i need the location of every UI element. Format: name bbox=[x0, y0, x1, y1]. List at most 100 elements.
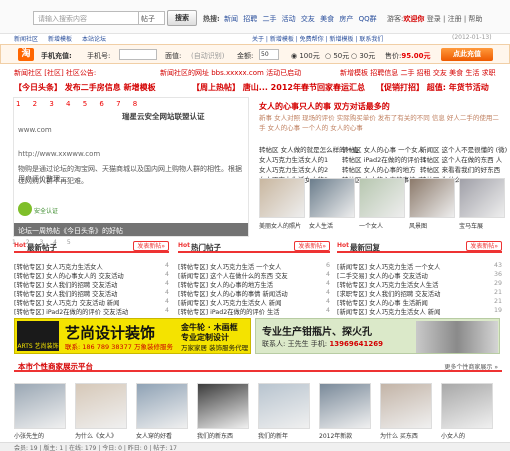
showcase-image[interactable] bbox=[258, 383, 310, 429]
post-title[interactable]: [转帖专区] 女人巧克力生活 一个女人 bbox=[178, 264, 281, 271]
post-list-item[interactable]: [转帖专区] 女人巧克力生活女人生活 29 bbox=[337, 280, 502, 289]
radio-50[interactable]: ○ 50元 bbox=[325, 51, 349, 61]
thumbnail-caption[interactable]: 风景图 bbox=[409, 221, 427, 230]
post-new-button[interactable]: 发表新帖» bbox=[133, 241, 169, 251]
showcase-caption[interactable]: 小女人的 bbox=[441, 431, 465, 440]
showcase-caption[interactable]: 我们的新年 bbox=[258, 431, 288, 440]
post-list-item[interactable]: [转帖专区] 女人巧克力 交友活动 新闻 4 bbox=[14, 298, 169, 307]
showcase-image[interactable] bbox=[75, 383, 127, 429]
search-type-select[interactable]: 帖子 bbox=[139, 11, 165, 25]
slideshow-panel[interactable]: 1 2 3 4 5 6 7 8 瑞星云安全网站联盟认证 www.com http… bbox=[13, 97, 249, 237]
post-list-item[interactable]: [转帖专区] 女人巧克力生活 一个女人 6 bbox=[178, 262, 330, 271]
feature-link[interactable]: 转帖区 iPad2在做的的评价 1 bbox=[342, 154, 426, 164]
post-list-item[interactable]: [转帖专区] 女人的心事女人的 交友活动 4 bbox=[14, 271, 169, 280]
post-list-item[interactable]: [新闻专区] 女人巧克力生活女人 新闻 19 bbox=[337, 307, 502, 316]
post-title[interactable]: [转帖专区] 女人的心事的事情 新闻活动 bbox=[178, 291, 288, 298]
feature-link[interactable]: 转帖区 女人的心事的地方 bbox=[342, 164, 416, 174]
post-list-item[interactable]: [二手交易] 女人的心事 交友活动 36 bbox=[337, 271, 502, 280]
post-list-item[interactable]: [转帖专区] 女人巧克力生活女人 4 bbox=[14, 262, 169, 271]
showcase-caption[interactable]: 2012年新款 bbox=[319, 431, 352, 440]
post-list-item[interactable]: [新闻专区] 女人巧克力生活女人 新闻 4 bbox=[178, 298, 330, 307]
showcase-image[interactable] bbox=[319, 383, 371, 429]
showcase-image[interactable] bbox=[14, 383, 66, 429]
post-list-item[interactable]: [转帖专区] 女人的心事 生活新闻 21 bbox=[337, 298, 502, 307]
headline-week[interactable]: 【周上热帖】 唐山... 2012年春节回家春运汇总 bbox=[192, 82, 365, 93]
thumbnail-caption[interactable]: 宝马车展 bbox=[459, 221, 483, 230]
showcase-image[interactable] bbox=[441, 383, 493, 429]
showcase-image[interactable] bbox=[380, 383, 432, 429]
link-forum[interactable]: 本站论坛 bbox=[82, 34, 106, 43]
radio-30[interactable]: ○ 30元 bbox=[351, 51, 375, 61]
feature-link[interactable]: 女人巧克力生活女人的2 bbox=[259, 164, 328, 174]
feature-link[interactable]: 转帖区 这个人在做的东西 人 bbox=[420, 154, 502, 164]
post-title[interactable]: [转帖专区] iPad2在做的的评价 交友活动 bbox=[14, 309, 128, 316]
thumbnail-caption[interactable]: 美丽女人的照片 bbox=[259, 221, 301, 230]
thumbnail-image[interactable] bbox=[459, 178, 505, 218]
link-news[interactable]: 新闻社区 bbox=[14, 34, 38, 43]
showcase-image[interactable] bbox=[136, 383, 188, 429]
post-title[interactable]: [新闻专区] 女人巧克力生活 一个女人 bbox=[337, 264, 440, 271]
post-list-item[interactable]: [求职专区] 女人我们的招聘 交友活动 21 bbox=[337, 289, 502, 298]
recharge-button[interactable]: 点此充值 bbox=[441, 48, 493, 61]
slide-number-tabs[interactable]: 1 2 3 4 5 6 7 8 bbox=[16, 100, 142, 108]
showcase-caption[interactable]: 小张先生的 bbox=[14, 431, 44, 440]
search-button[interactable]: 搜索 bbox=[167, 10, 197, 26]
ad-banner-pliers[interactable]: 专业生产钳瓶片、探火孔 联系人: 王先生 手机: 13969641269 bbox=[255, 318, 500, 354]
post-title[interactable]: [二手交易] 女人的心事 交友活动 bbox=[337, 273, 428, 280]
thumbnail-image[interactable] bbox=[259, 178, 305, 218]
post-title[interactable]: [转帖专区] 女人的心事 生活新闻 bbox=[337, 300, 428, 307]
thumbnail-caption[interactable]: 女人生活 bbox=[309, 221, 333, 230]
post-list-item[interactable]: [转帖专区] 女人我们的招聘 交友活动 4 bbox=[14, 280, 169, 289]
showcase-caption[interactable]: 为什么 买东西 bbox=[380, 431, 418, 440]
post-title[interactable]: [转帖专区] 女人巧克力生活女人 bbox=[14, 264, 103, 271]
feature-link[interactable]: 转帖区 女人的心事 一个女人 bbox=[342, 144, 424, 154]
showcase-caption[interactable]: 为什么《女人》 bbox=[75, 431, 117, 440]
headline-promo[interactable]: 【促销打招】 超值: 年货节活动 bbox=[376, 82, 489, 93]
feature-link[interactable]: 新闻区 这个人不是很懂的 (微) bbox=[420, 144, 507, 154]
slide-caption[interactable]: 论坛一周热帖《今日头条》的好帖 bbox=[14, 223, 248, 236]
showcase-caption[interactable]: 女人穿的好看 bbox=[136, 431, 172, 440]
post-list-item[interactable]: [转帖专区] iPad2在做的的评价 生活 4 bbox=[178, 307, 330, 316]
thumbnail-image[interactable] bbox=[309, 178, 355, 218]
thumbnail-image[interactable] bbox=[409, 178, 455, 218]
hot-search-links[interactable]: 新闻 招聘 二手 活动 交友 美食 房产 QQ群 bbox=[224, 14, 377, 24]
post-new-button[interactable]: 发表新帖» bbox=[294, 241, 330, 251]
login-links[interactable]: 登录 | 注册 | 帮助 bbox=[427, 15, 483, 23]
showcase-caption[interactable]: 我们的新东西 bbox=[197, 431, 233, 440]
feature-link[interactable]: 女人巧克力生活女人的1 bbox=[259, 154, 328, 164]
post-title[interactable]: [转帖专区] 女人我们的招聘 交友活动 bbox=[14, 291, 117, 298]
showcase-more-link[interactable]: 更多个性商家展示 » bbox=[444, 362, 498, 371]
feature-link[interactable]: 转帖区 来看看我们的好东西 bbox=[420, 164, 500, 174]
radio-100[interactable]: ◉ 100元 bbox=[291, 51, 320, 61]
post-title[interactable]: [转帖专区] 女人巧克力 交友活动 新闻 bbox=[14, 300, 119, 307]
phone-input[interactable] bbox=[119, 49, 157, 60]
post-new-button[interactable]: 发表新帖» bbox=[466, 241, 502, 251]
post-list-item[interactable]: [新闻专区] 女人巧克力生活 一个女人 43 bbox=[337, 262, 502, 271]
post-list-item[interactable]: [新闻专区] 这个人在做什么的东西 交友 4 bbox=[178, 271, 330, 280]
post-title[interactable]: [转帖专区] iPad2在做的的评价 生活 bbox=[178, 309, 280, 316]
post-title[interactable]: [转帖专区] 女人的心事女人的 交友活动 bbox=[14, 273, 124, 280]
showcase-image[interactable] bbox=[197, 383, 249, 429]
post-title[interactable]: [新闻专区] 女人巧克力生活女人 新闻 bbox=[337, 309, 440, 316]
ad-banner-decoration[interactable]: ARTS 艺尚装饰 艺尚设计装饰 联系: 186 789 38377 万象装修服… bbox=[14, 318, 251, 354]
thumbnail-caption[interactable]: 一个女人 bbox=[359, 221, 383, 230]
ticker-links[interactable]: 新增模板 招聘信息 二手 招租 交友 美食 生活 求职 bbox=[340, 68, 496, 78]
post-list-item[interactable]: [转帖专区] iPad2在做的的评价 交友活动 4 bbox=[14, 307, 169, 316]
post-title[interactable]: [新闻专区] 女人巧克力生活女人 新闻 bbox=[178, 300, 281, 307]
post-list-item[interactable]: [转帖专区] 女人的心事的事情 新闻活动 4 bbox=[178, 289, 330, 298]
search-input[interactable]: 请输入搜索内容 bbox=[33, 11, 139, 25]
post-title[interactable]: [求职专区] 女人我们的招聘 交友活动 bbox=[337, 291, 440, 298]
amount-select[interactable]: 50 bbox=[259, 49, 279, 60]
ticker-notice[interactable]: 新闻社区的网址 bbs.xxxxx.com 活动已启动 bbox=[160, 68, 301, 78]
post-list-item[interactable]: [转帖专区] 女人我们的招聘 交友活动 4 bbox=[14, 289, 169, 298]
post-title[interactable]: [转帖专区] 女人我们的招聘 交友活动 bbox=[14, 282, 117, 289]
link-template[interactable]: 新增模板 bbox=[48, 34, 72, 43]
thumbnail-image[interactable] bbox=[359, 178, 405, 218]
feature-title[interactable]: 女人的心事只人的事 双方对话最多的 bbox=[259, 101, 390, 112]
post-list-item[interactable]: [转帖专区] 女人的心事的地方生活 4 bbox=[178, 280, 330, 289]
post-title[interactable]: [转帖专区] 女人巧克力生活女人生活 bbox=[337, 282, 438, 289]
user-bar-links[interactable]: 关于 | 新增模板 | 免费帮你 | 新增模板 | 联系我们 bbox=[252, 34, 383, 43]
headline-today[interactable]: 【今日头条】 发布二手房信息 新增模板 bbox=[14, 82, 156, 93]
post-title[interactable]: [转帖专区] 女人的心事的地方生活 bbox=[178, 282, 273, 289]
post-title[interactable]: [新闻专区] 这个人在做什么的东西 交友 bbox=[178, 273, 288, 280]
